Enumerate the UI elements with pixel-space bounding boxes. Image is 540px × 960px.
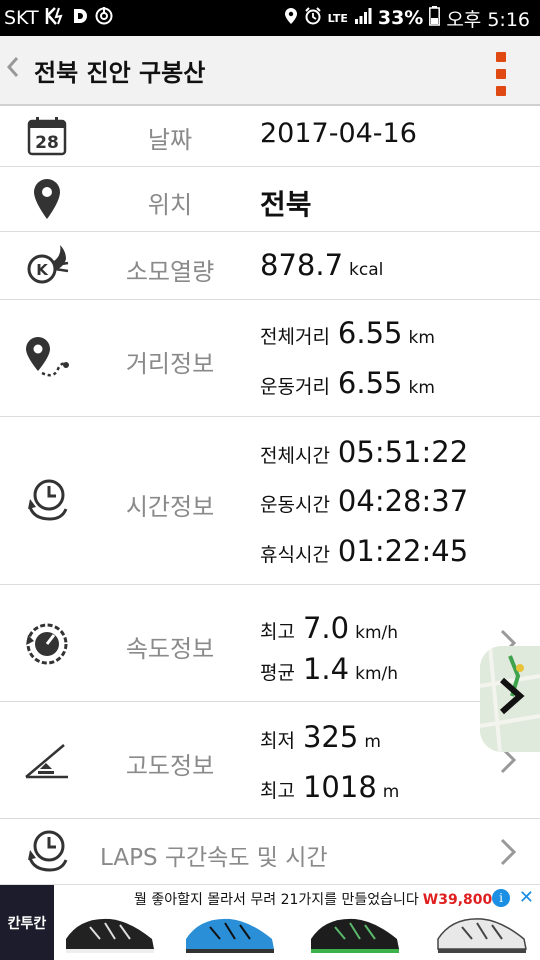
- distance-row: 거리정보 전체거리 6.55 km 운동거리 6.55 km: [0, 300, 540, 417]
- min-altitude: 최저 325 m: [260, 720, 381, 754]
- moving-distance-unit: km: [408, 378, 435, 398]
- speed-row[interactable]: 속도정보 최고 7.0 km/h 평균 1.4 km/h: [0, 585, 540, 702]
- total-time: 전체시간 05:51:22: [260, 435, 468, 469]
- altitude-slope-icon: [22, 736, 72, 786]
- ad-info-icon[interactable]: i: [492, 889, 510, 907]
- rest-time-label: 휴식시간: [260, 544, 330, 566]
- alarm-icon: [304, 6, 322, 30]
- rest-time: 휴식시간 01:22:45: [260, 534, 468, 568]
- total-time-value: 05:51:22: [337, 435, 469, 469]
- expand-arrow-icon: [496, 676, 526, 726]
- time-label: 시간정보: [125, 493, 215, 521]
- menu-dot-icon: [496, 69, 506, 79]
- min-altitude-unit: m: [364, 732, 381, 752]
- shoe-image: [186, 918, 274, 953]
- max-altitude-label: 최고: [260, 780, 295, 802]
- calendar-icon: 28: [22, 111, 72, 161]
- max-altitude: 최고 1018 m: [260, 770, 399, 804]
- total-distance: 전체거리 6.55 km: [260, 316, 435, 350]
- location-label: 위치: [147, 191, 193, 219]
- avg-speed-label: 평균: [260, 662, 295, 684]
- d-app-icon: [71, 7, 89, 29]
- status-bar: SKT LTE 33% 오후 5:16: [0, 0, 540, 36]
- avg-speed: 평균 1.4 km/h: [260, 652, 398, 686]
- total-distance-label: 전체거리: [260, 326, 330, 348]
- route-distance-icon: [22, 334, 72, 384]
- ad-headline: 뭘 좋아할지 몰라서 무려 21가지를 만들었습니다: [134, 892, 419, 908]
- total-distance-unit: km: [408, 328, 435, 348]
- location-row: 위치 전북: [0, 167, 540, 232]
- app-bar: 전북 진안 구봉산: [0, 36, 540, 106]
- overflow-menu-button[interactable]: [496, 52, 506, 96]
- battery-percent: 33%: [377, 7, 424, 29]
- distance-label: 거리정보: [125, 350, 215, 378]
- laps-clock-icon: [22, 826, 72, 876]
- date-value: 2017-04-16: [260, 118, 417, 149]
- shoe-image: [437, 918, 527, 953]
- max-speed-value: 7.0: [302, 611, 350, 645]
- calorie-flame-icon: K: [22, 241, 72, 291]
- speedometer-icon: [22, 619, 72, 669]
- map-thumbnail-button[interactable]: [480, 646, 540, 752]
- max-speed-unit: km/h: [355, 623, 399, 643]
- calendar-day: 28: [35, 133, 59, 153]
- max-altitude-value: 1018: [302, 770, 377, 804]
- speed-label: 속도정보: [125, 635, 215, 663]
- max-speed: 최고 7.0 km/h: [260, 611, 398, 645]
- calories-label: 소모열량: [125, 258, 215, 286]
- total-distance-value: 6.55: [337, 316, 403, 350]
- moving-distance: 운동거리 6.55 km: [260, 366, 435, 400]
- min-altitude-value: 325: [302, 720, 359, 754]
- location-pin-icon: [22, 174, 72, 224]
- laps-row[interactable]: LAPS 구간속도 및 시간: [0, 819, 540, 884]
- moving-distance-value: 6.55: [337, 366, 403, 400]
- clock: 오후 5:16: [446, 8, 530, 31]
- moving-time-label: 운동시간: [260, 494, 330, 516]
- lte-boost-icon: [45, 7, 65, 29]
- signal-icon: [354, 7, 372, 30]
- moving-distance-label: 운동거리: [260, 376, 330, 398]
- avg-speed-value: 1.4: [302, 652, 350, 686]
- calories-unit: kcal: [349, 260, 384, 280]
- avg-speed-unit: km/h: [355, 664, 399, 684]
- ad-price: W39,800: [422, 892, 493, 908]
- moving-time-value: 04:28:37: [337, 484, 469, 518]
- calories-value-group: 878.7 kcal: [260, 248, 383, 282]
- altitude-label: 고도정보: [125, 752, 215, 780]
- menu-dot-icon: [496, 86, 506, 96]
- location-icon: [284, 7, 298, 30]
- date-label: 날짜: [147, 126, 193, 154]
- moving-time: 운동시간 04:28:37: [260, 484, 468, 518]
- battery-icon: [429, 5, 441, 31]
- max-speed-label: 최고: [260, 621, 295, 643]
- altitude-row[interactable]: 고도정보 최저 325 m 최고 1018 m: [0, 702, 540, 819]
- rest-time-value: 01:22:45: [337, 534, 469, 568]
- date-row: 28 날짜 2017-04-16: [0, 106, 540, 167]
- chevron-right-icon: [500, 838, 517, 866]
- min-altitude-label: 최저: [260, 730, 295, 752]
- chevron-left-icon: [6, 57, 19, 77]
- ad-banner[interactable]: 칸투칸 뭘 좋아할지 몰라서 무려 21가지를 만들었습니다 W39,800 i …: [0, 884, 540, 960]
- shoe-image: [66, 918, 154, 953]
- max-altitude-unit: m: [382, 782, 400, 802]
- location-value: 전북: [260, 188, 312, 221]
- shoe-image: [311, 918, 399, 953]
- ad-text: 뭘 좋아할지 몰라서 무려 21가지를 만들었습니다 W39,800: [134, 889, 492, 909]
- power-saver-icon: [95, 7, 113, 29]
- time-row: 시간정보 전체시간 05:51:22 운동시간 04:28:37 휴식시간 01…: [0, 417, 540, 585]
- ad-close-icon[interactable]: ✕: [519, 887, 534, 908]
- menu-dot-icon: [496, 52, 506, 62]
- total-time-label: 전체시간: [260, 445, 330, 467]
- time-clock-icon: [22, 475, 72, 525]
- calories-value: 878.7: [260, 248, 344, 282]
- page-title: 전북 진안 구봉산: [34, 58, 206, 87]
- laps-label: LAPS 구간속도 및 시간: [100, 845, 328, 871]
- calories-row: K 소모열량 878.7 kcal: [0, 232, 540, 300]
- lte-icon: LTE: [327, 11, 348, 25]
- carrier-label: SKT: [4, 7, 39, 29]
- back-button[interactable]: [0, 55, 30, 85]
- ad-brand-logo: 칸투칸: [0, 885, 54, 960]
- svg-text:K: K: [36, 261, 49, 279]
